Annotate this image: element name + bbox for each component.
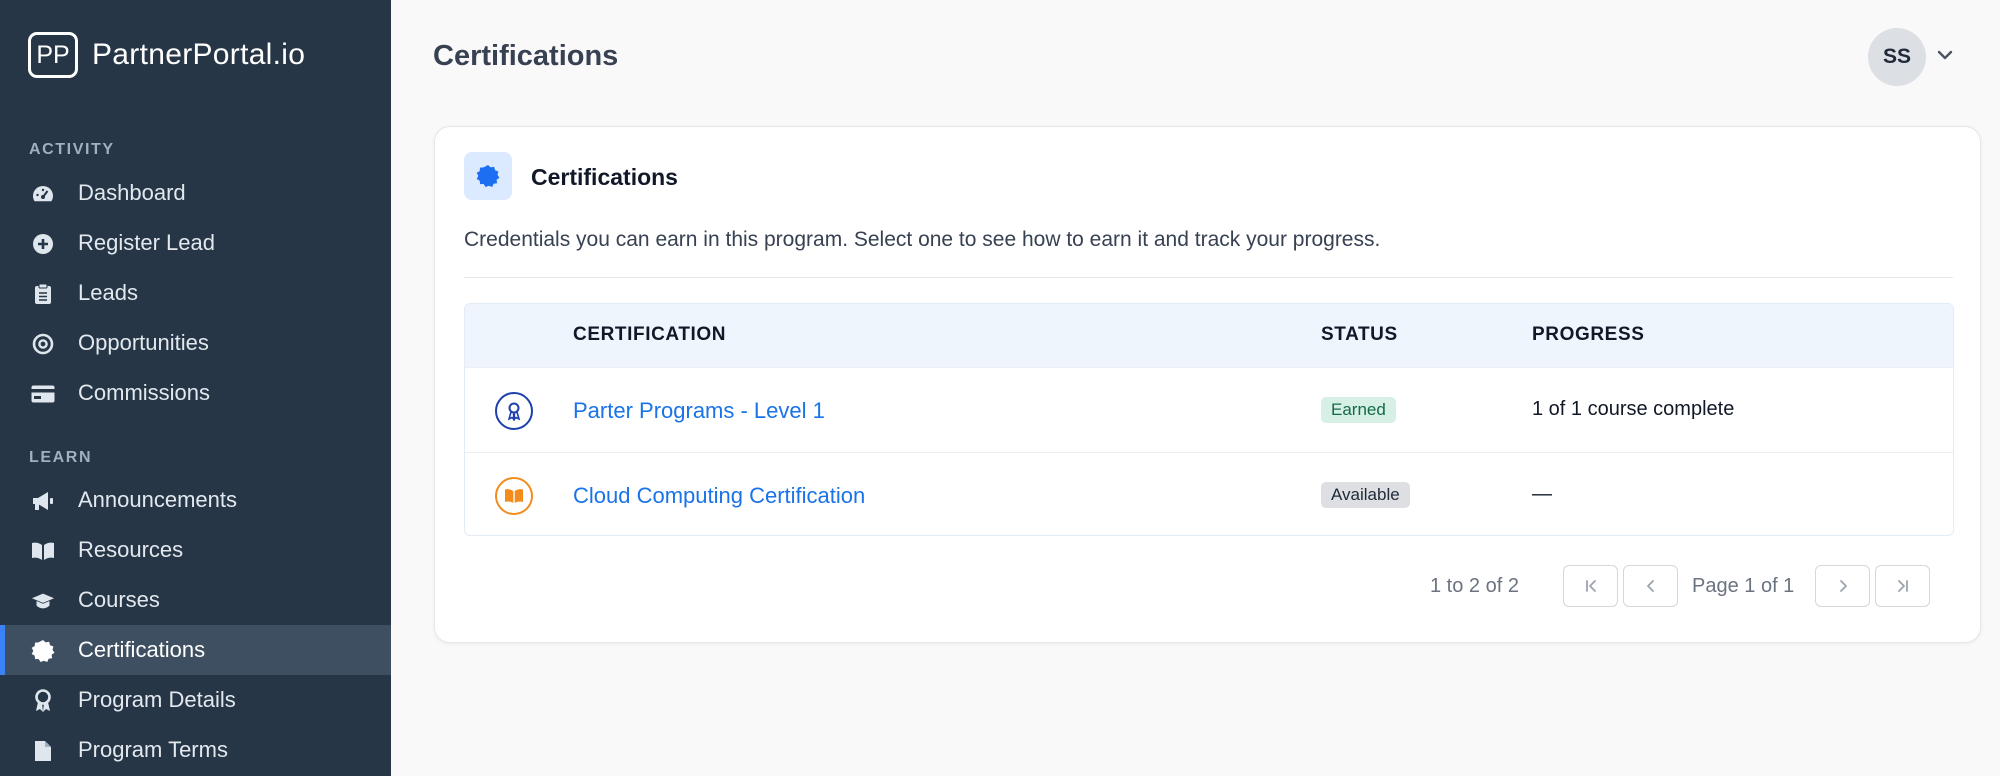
book-icon [31,539,55,563]
open-book-icon [495,477,533,515]
first-page-button[interactable] [1563,565,1618,607]
sidebar-item-opportunities[interactable]: Opportunities [0,318,391,368]
file-icon [31,739,55,763]
sidebar-item-label: Courses [78,587,160,612]
sidebar-item-register-lead[interactable]: Register Lead [0,218,391,268]
sidebar-item-label: Leads [78,280,138,305]
column-header-status[interactable]: STATUS [1321,324,1398,346]
column-header-certification[interactable]: CERTIFICATION [573,324,726,346]
sidebar-item-label: Announcements [78,487,237,512]
section-label-activity: ACTIVITY [29,141,115,158]
previous-page-button[interactable] [1623,565,1678,607]
last-page-button[interactable] [1875,565,1930,607]
sidebar-item-dashboard[interactable]: Dashboard [0,168,391,218]
sidebar-item-label: Dashboard [78,180,186,205]
divider [464,277,1953,278]
sidebar-item-label: Register Lead [78,230,215,255]
column-header-progress[interactable]: PROGRESS [1532,324,1645,346]
certificate-icon [464,152,512,200]
brand[interactable]: PP PartnerPortal.io [28,32,305,78]
chevron-left-icon [1646,580,1654,592]
sidebar-item-commissions[interactable]: Commissions [0,368,391,418]
sidebar-item-label: Resources [78,537,184,562]
credit-card-icon [31,382,55,406]
brand-logo: PP [28,32,78,78]
megaphone-icon [31,489,55,513]
sidebar-item-leads[interactable]: Leads [0,268,391,318]
next-page-button[interactable] [1815,565,1870,607]
sidebar-item-resources[interactable]: Resources [0,525,391,575]
sidebar-item-label: Opportunities [78,330,209,355]
sidebar-item-label: Program Terms [78,737,228,762]
user-avatar[interactable]: SS [1868,28,1926,86]
sidebar-item-courses[interactable]: Courses [0,575,391,625]
certifications-table: CERTIFICATION STATUS PROGRESS Parter Pro… [464,303,1954,536]
target-icon [31,332,55,356]
award-icon [31,689,55,713]
table-row[interactable]: Parter Programs - Level 1 Earned 1 of 1 … [465,367,1953,452]
section-label-learn: LEARN [29,449,93,466]
clipboard-icon [31,282,55,306]
sidebar-item-program-details[interactable]: Program Details [0,675,391,725]
table-header: CERTIFICATION STATUS PROGRESS [465,304,1953,367]
page-indicator: Page 1 of 1 [1692,575,1795,597]
card-title: Certifications [531,164,678,190]
certification-link[interactable]: Parter Programs - Level 1 [573,398,825,424]
chevron-down-icon[interactable] [1936,46,1954,64]
table-row[interactable]: Cloud Computing Certification Available … [465,452,1953,535]
plus-circle-icon [31,232,55,256]
sidebar-item-certifications[interactable]: Certifications [0,625,391,675]
sidebar-item-program-terms[interactable]: Program Terms [0,725,391,775]
chevron-right-icon [1839,580,1847,592]
graduation-cap-icon [31,589,55,613]
last-page-icon [1897,580,1908,592]
sidebar-item-label: Program Details [78,687,236,712]
award-ribbon-icon [495,392,533,430]
progress-text: 1 of 1 course complete [1532,398,1735,420]
card-description: Credentials you can earn in this program… [464,228,1381,251]
certification-link[interactable]: Cloud Computing Certification [573,483,865,509]
certifications-card: Certifications Credentials you can earn … [434,126,1981,643]
gauge-icon [31,182,55,206]
status-badge: Earned [1321,397,1396,423]
sidebar-item-announcements[interactable]: Announcements [0,475,391,525]
progress-text: — [1532,483,1552,505]
certificate-icon [31,639,55,663]
page-title: Certifications [433,40,619,72]
pagination-summary: 1 to 2 of 2 [1430,575,1519,597]
status-badge: Available [1321,482,1410,508]
sidebar-item-label: Certifications [78,637,206,662]
sidebar-item-label: Commissions [78,380,211,405]
first-page-icon [1585,580,1596,592]
sidebar: PP PartnerPortal.io ACTIVITY Dashboard R… [0,0,391,776]
brand-name: PartnerPortal.io [92,38,306,71]
